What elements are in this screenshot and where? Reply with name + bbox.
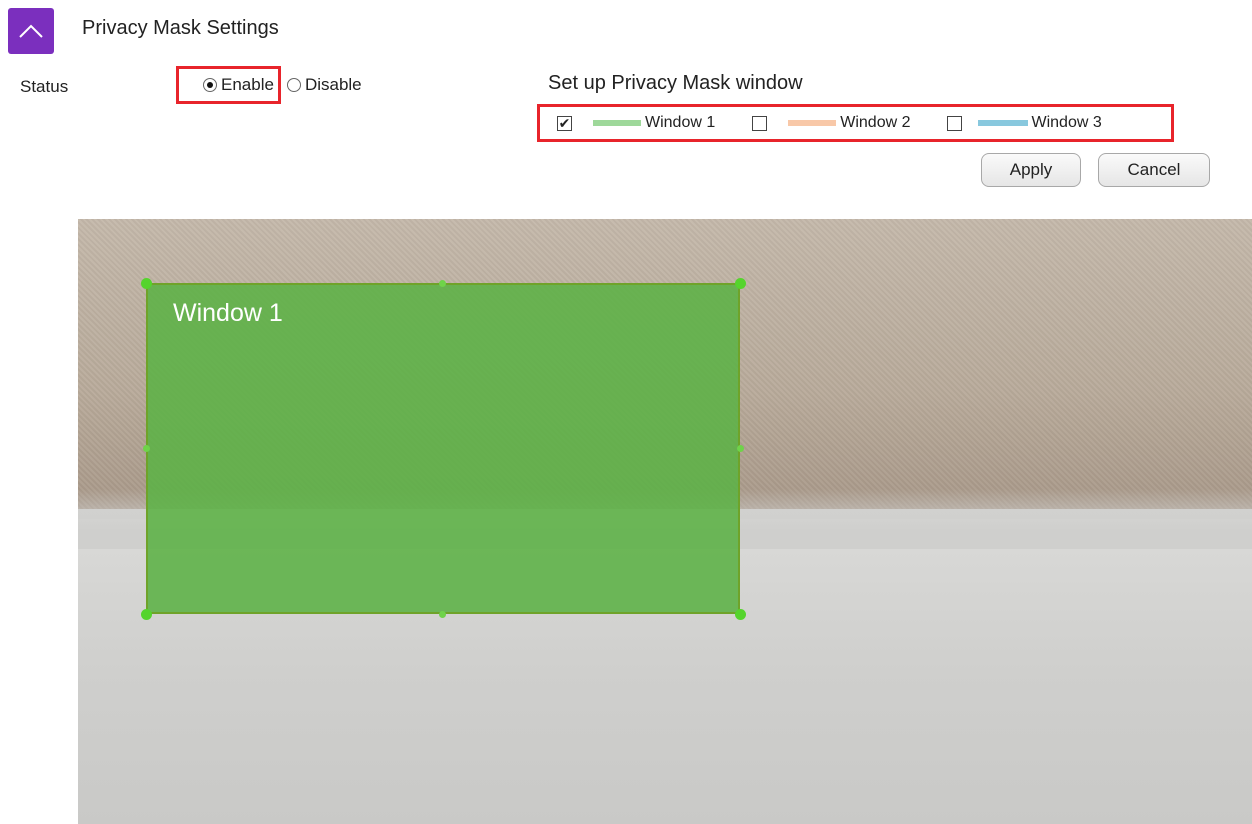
disable-label: Disable: [304, 75, 362, 94]
cancel-button[interactable]: Cancel: [1098, 153, 1210, 187]
enable-radio-option[interactable]: Enable: [176, 66, 281, 104]
enable-label: Enable: [221, 75, 274, 94]
resize-handle-left[interactable]: [143, 445, 150, 452]
window-list: ✔ Window 1 Window 2 Window 3: [537, 104, 1174, 142]
window-1-label: Window 1: [645, 114, 716, 131]
window-1-checkbox[interactable]: ✔: [557, 115, 572, 131]
section-title: Privacy Mask Settings: [82, 17, 279, 39]
resize-handle-right[interactable]: [737, 445, 744, 452]
window-2-checkbox[interactable]: [752, 115, 768, 131]
resize-handle-top[interactable]: [439, 280, 446, 287]
window-2-swatch: [788, 120, 837, 126]
window-3-label: Window 3: [1031, 114, 1102, 131]
resize-handle-top-right[interactable]: [735, 278, 746, 289]
window-3-checkbox[interactable]: [946, 115, 962, 131]
chevron-up-icon: [19, 24, 43, 38]
video-preview[interactable]: Window 1: [78, 219, 1252, 824]
disable-radio[interactable]: [286, 78, 301, 92]
window-3-swatch: [977, 120, 1028, 126]
status-radio-group: Enable Disable: [176, 66, 362, 104]
resize-handle-top-left[interactable]: [141, 278, 152, 289]
collapse-button[interactable]: [8, 8, 54, 54]
resize-handle-bottom-left[interactable]: [141, 609, 152, 620]
window-2-label: Window 2: [840, 114, 911, 131]
mask-window-label: Window 1: [173, 299, 283, 327]
apply-button[interactable]: Apply: [981, 153, 1081, 187]
window-2-item[interactable]: Window 2: [752, 114, 911, 132]
resize-handle-bottom[interactable]: [439, 611, 446, 618]
disable-radio-option[interactable]: Disable: [281, 66, 362, 104]
window-1-swatch: [593, 120, 641, 126]
privacy-mask-window-1[interactable]: Window 1: [146, 283, 740, 614]
window-1-item[interactable]: ✔ Window 1: [557, 114, 715, 132]
resize-handle-bottom-right[interactable]: [735, 609, 746, 620]
mask-setup-title: Set up Privacy Mask window: [548, 72, 803, 94]
status-label: Status: [20, 77, 69, 96]
enable-radio[interactable]: [203, 78, 217, 92]
window-3-item[interactable]: Window 3: [946, 114, 1102, 132]
